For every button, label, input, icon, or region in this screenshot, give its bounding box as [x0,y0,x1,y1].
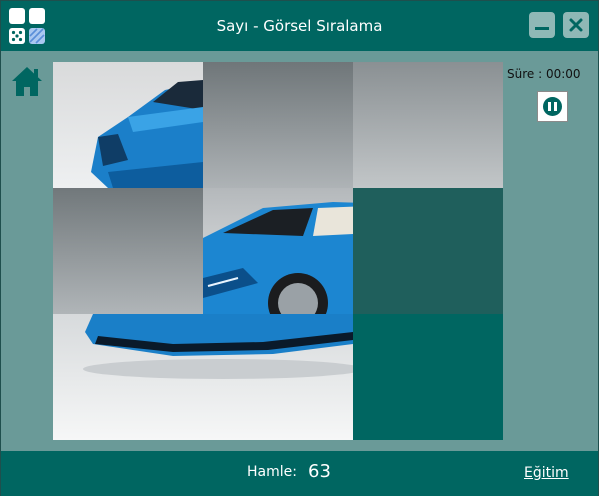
title-bar[interactable]: Sayı - Görsel Sıralama [1,1,598,51]
pause-button[interactable] [537,91,568,122]
tutorial-link[interactable]: Eğitim [524,465,569,481]
app-window: Sayı - Görsel Sıralama Süre : 00:00 Haml… [0,0,599,496]
window-title: Sayı - Görsel Sıralama [216,17,383,35]
close-icon [569,18,583,32]
moves-count: 63 [308,461,331,482]
minimize-icon [535,27,549,30]
puzzle-tile[interactable] [53,188,203,314]
status-bar: Hamle: 63 Eğitim [1,451,598,496]
pause-icon [543,97,562,116]
home-icon [12,67,42,96]
empty-tile [353,314,503,440]
close-button[interactable] [563,12,589,38]
puzzle-tile[interactable] [203,62,353,188]
timer-display: Süre : 00:00 [507,67,581,81]
puzzle-board [53,62,503,440]
puzzle-tile[interactable] [353,62,503,188]
minimize-button[interactable] [529,12,555,38]
puzzle-tile[interactable] [203,188,353,314]
puzzle-tile[interactable] [53,314,353,440]
moves-label: Hamle: [247,464,297,480]
puzzle-tile[interactable] [53,62,203,188]
home-button[interactable] [10,64,44,98]
